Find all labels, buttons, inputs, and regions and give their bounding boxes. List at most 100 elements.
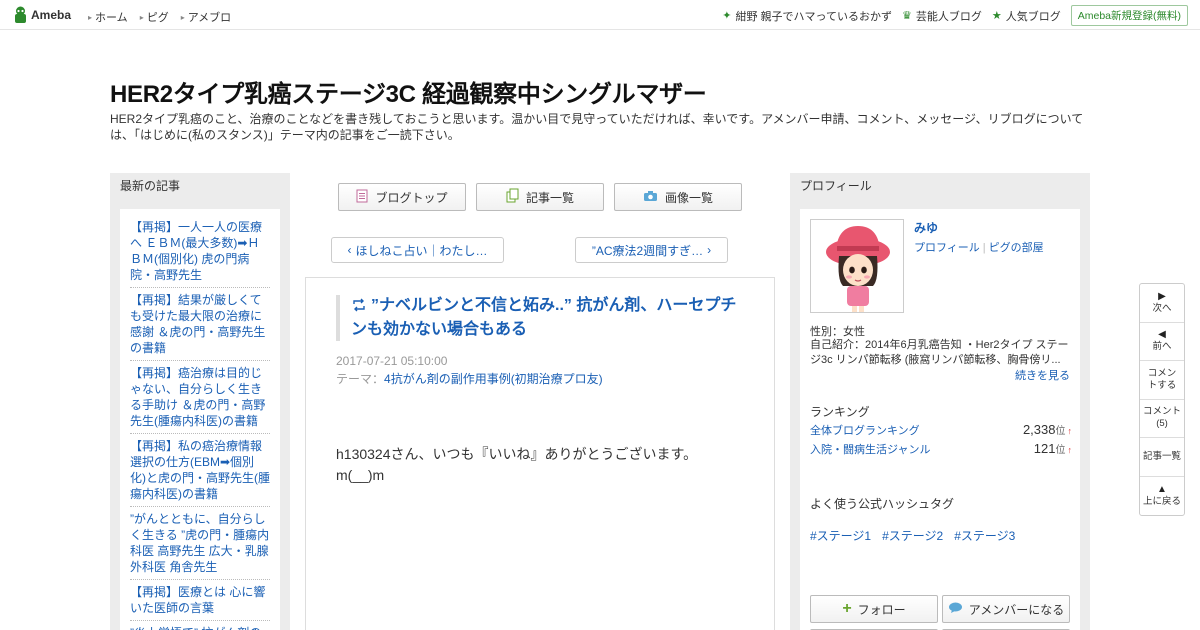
next-article-label: ”AC療法2週間すぎ… [591, 243, 704, 258]
recent-article-link[interactable]: ”がんとともに、自分らしく生きる ”虎の門・腫瘍内科医 高野先生 広大・乳腺外科… [130, 507, 270, 580]
article-body: h130324さん、いつも『いいね』ありがとうございます。 m(__)m [336, 444, 697, 486]
trending-topic-label: 紺野 親子でハマっているおかず [735, 10, 892, 23]
header-right-links: ✦ 紺野 親子でハマっているおかず ♛ 芸能人ブログ ★ 人気ブログ Ameba… [722, 5, 1188, 26]
ranking-value: 121 [1033, 441, 1056, 456]
recent-article-link[interactable]: 【再掲】結果が厳しくても受けた最大限の治療に感謝 ＆虎の門・高野先生の書籍 [130, 288, 270, 361]
ranking-row: 入院・闘病生活ジャンル 121位 ↑ [810, 441, 1072, 457]
back-to-top-label: 上に戻る [1142, 495, 1181, 507]
follow-button[interactable]: + フォロー [810, 595, 938, 623]
article-theme-prefix: テーマ： [336, 372, 385, 386]
global-nav: ホーム ピグ アメブロ [88, 9, 231, 25]
back-to-top-button[interactable]: ▲ 上に戻る [1140, 477, 1184, 516]
nav-pig-link[interactable]: ピグ [140, 9, 169, 25]
hashtag-heading: よく使う公式ハッシュタグ [810, 497, 955, 511]
write-comment-button[interactable]: コメントする [1140, 361, 1184, 400]
nav-ameblo-link[interactable]: アメブロ [181, 9, 231, 25]
logo-text: Ameba [31, 8, 72, 22]
chevron-left-icon: ‹ [347, 243, 352, 257]
comments-count-label: コメント(5) [1142, 406, 1181, 430]
blog-description: HER2タイプ乳癌のこと、治療のことなどを書き残しておこうと思います。温かい目で… [110, 112, 1084, 142]
article-body-line: h130324さん、いつも『いいね』ありがとうございます。 [336, 446, 698, 462]
profile-heading: プロフィール [800, 179, 872, 193]
global-header: Ameba ホーム ピグ アメブロ ✦ 紺野 親子でハマっているおかず ♛ 芸能… [0, 0, 1200, 30]
image-list-label: 画像一覧 [664, 190, 713, 205]
article-body-line: m(__)m [336, 467, 385, 483]
triangle-left-icon: ◀ [1158, 329, 1166, 341]
profile-links: プロフィール | ピグの部屋 [914, 239, 1044, 255]
prev-article-label: ほしねこ占い｜わたし… [355, 243, 488, 258]
celebrity-blog-label: 芸能人ブログ [915, 10, 982, 23]
article-theme-link[interactable]: 4抗がん剤の副作用事例(初期治療プロ友) [384, 372, 603, 386]
recent-article-link[interactable]: 【再掲】医療とは 心に響いた医師の言葉 [130, 580, 270, 621]
recent-article-link[interactable]: 【再掲】癌治療は目的じゃない、自分らしく生きる手助け ＆虎の門・高野先生(腫瘍内… [130, 361, 270, 434]
image-list-button[interactable]: 画像一覧 [614, 183, 742, 211]
profile-panel: プロフィール みゆ プロフィール | ピグの部屋 性別：女性 自己紹介：2014… [790, 173, 1090, 630]
next-entry-label: 次へ [1152, 302, 1172, 314]
article-theme: テーマ：4抗がん剤の副作用事例(初期治療プロ友) [336, 370, 603, 387]
ranking-label[interactable]: 全体ブログランキング [810, 422, 920, 438]
ameba-logo-icon [13, 6, 28, 24]
recent-article-link[interactable]: ”炎上覚悟で” 抗がん剤の [130, 621, 270, 630]
crown-icon: ♛ [901, 10, 912, 22]
trending-topic-link[interactable]: ✦ 紺野 親子でハマっているおかず [722, 8, 892, 24]
article-title[interactable]: ”ナベルビンと不信と妬み..” 抗がん剤、ハーセプチンも効かない場合もある [336, 295, 746, 341]
profile-body: みゆ プロフィール | ピグの部屋 性別：女性 自己紹介：2014年6月乳癌告知 ・… [800, 209, 1080, 630]
read-more-link[interactable]: 続きを見る [1015, 367, 1070, 383]
divider: | [982, 242, 986, 254]
recent-article-link[interactable]: 【再掲】一人一人の医療へ ＥＢＭ(最大多数)➡ＨＢＭ(個別化) 虎の門病院・高野… [130, 217, 270, 288]
comments-count-button[interactable]: コメント(5) [1140, 400, 1184, 438]
hashtag-link[interactable]: #ステージ3 [954, 527, 1015, 544]
copy-icon [506, 188, 519, 206]
article-date: 2017-07-21 05:10:00 [336, 354, 448, 368]
prev-article-link[interactable]: ‹ ほしねこ占い｜わたし… [331, 237, 504, 263]
ranking-label[interactable]: 入院・闘病生活ジャンル [810, 441, 930, 457]
avatar[interactable] [810, 219, 904, 313]
ranking-unit: 位 [1055, 426, 1066, 437]
floating-side-nav: ▶ 次へ ◀ 前へ コメントする コメント(5) 記事一覧 ▲ 上に戻る [1139, 283, 1185, 516]
blog-top-button[interactable]: ブログトップ [338, 183, 466, 211]
recent-articles-panel: 最新の記事 【再掲】一人一人の医療へ ＥＢＭ(最大多数)➡ＨＢＭ(個別化) 虎の… [110, 173, 290, 630]
celebrity-blog-link[interactable]: ♛ 芸能人ブログ [902, 8, 982, 24]
sparkle-icon: ✦ [722, 10, 732, 22]
recent-article-link[interactable]: 【再掲】私の癌治療情報選択の仕方(EBM➡個別化)と虎の門・高野先生(腫瘍内科医… [130, 434, 270, 507]
popular-blog-label: 人気ブログ [1005, 10, 1061, 23]
follow-label: フォロー [857, 602, 906, 617]
article-list-side-label: 記事一覧 [1142, 450, 1181, 462]
plus-icon: + [842, 600, 852, 617]
next-entry-button[interactable]: ▶ 次へ [1140, 284, 1184, 323]
signup-button[interactable]: Ameba新規登録(無料) [1070, 5, 1188, 26]
trend-up-icon: ↑ [1067, 445, 1073, 455]
reblog-icon [351, 297, 367, 319]
ranking-value-group: 121位 ↑ [1034, 441, 1072, 456]
profile-name[interactable]: みゆ [914, 219, 938, 236]
next-article-link[interactable]: ”AC療法2週間すぎ… › [575, 237, 728, 263]
blog-title[interactable]: HER2タイプ乳癌ステージ3C 経過観察中シングルマザー [110, 74, 707, 109]
ranking-value-group: 2,338位 ↑ [1023, 422, 1072, 437]
article-title-text: ”ナベルビンと不信と妬み..” 抗がん剤、ハーセプチンも効かない場合もある [351, 297, 737, 338]
nav-home-link[interactable]: ホーム [88, 9, 128, 25]
profile-intro: 自己紹介：2014年6月乳癌告知 ・Her2タイプ ステージ3c リンパ節転移 … [810, 339, 1069, 366]
article-list-side-button[interactable]: 記事一覧 [1140, 438, 1184, 477]
article-list-label: 記事一覧 [525, 190, 574, 205]
article-list-button[interactable]: 記事一覧 [476, 183, 604, 211]
recent-articles-list: 【再掲】一人一人の医療へ ＥＢＭ(最大多数)➡ＨＢＭ(個別化) 虎の門病院・高野… [120, 209, 280, 630]
prev-entry-button[interactable]: ◀ 前へ [1140, 323, 1184, 361]
hashtag-link[interactable]: #ステージ1 [810, 527, 871, 544]
ranking-row: 全体ブログランキング 2,338位 ↑ [810, 422, 1072, 438]
pig-room-link[interactable]: ピグの部屋 [989, 242, 1044, 254]
profile-link[interactable]: プロフィール [914, 242, 980, 254]
popular-blog-link[interactable]: ★ 人気ブログ [992, 8, 1061, 24]
document-icon [356, 189, 368, 206]
ranking-unit: 位 [1055, 445, 1066, 456]
amember-label: アメンバーになる [968, 602, 1065, 617]
ameba-logo[interactable]: Ameba [13, 6, 71, 24]
recent-articles-heading: 最新の記事 [120, 179, 181, 193]
ranking-value: 2,338 [1022, 422, 1056, 437]
amember-button[interactable]: アメンバーになる [942, 595, 1070, 623]
trend-up-icon: ↑ [1067, 426, 1073, 436]
hashtag-link[interactable]: #ステージ2 [882, 527, 943, 544]
ranking-heading: ランキング [810, 405, 870, 419]
prev-entry-label: 前へ [1152, 341, 1172, 353]
hashtag-list: #ステージ1 #ステージ2 #ステージ3 [810, 527, 1015, 544]
triangle-up-icon: ▲ [1157, 483, 1167, 495]
